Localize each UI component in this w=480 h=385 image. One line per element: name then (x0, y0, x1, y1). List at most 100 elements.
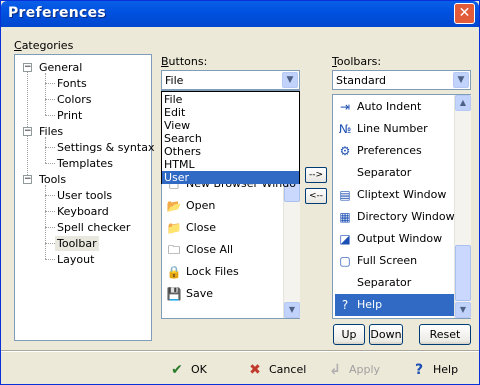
save-icon: 💾 (166, 287, 182, 301)
tree-item-files[interactable]: Files (37, 124, 65, 139)
tree-item-keyboard[interactable]: Keyboard (55, 204, 111, 219)
cross-icon: ✖ (249, 362, 261, 378)
tree-item-toolbar[interactable]: Toolbar (55, 236, 99, 251)
dropdown-option-view[interactable]: View (162, 119, 299, 132)
collapse-icon[interactable]: − (23, 175, 32, 184)
toolbar-items-list[interactable]: ▲ ▼ ⇥ Auto Indent № Line Number ⚙ Preferences… (332, 94, 471, 319)
toolbar-list-item[interactable]: ◪ Output Window (335, 228, 454, 250)
tree-connector (45, 147, 55, 148)
collapse-icon[interactable]: − (23, 63, 32, 72)
tree-connector (27, 67, 28, 179)
output-window-icon: ◪ (339, 232, 351, 246)
tree-connector (45, 195, 55, 196)
button-list-item[interactable]: 📂 Open (164, 195, 283, 217)
toolbar-list-item-label: Help (357, 298, 383, 311)
toolbar-list-item-label: Directory Window (357, 210, 455, 223)
button-list-item-label: Save (186, 287, 214, 300)
toolbar-list-item[interactable]: ▦ Directory Window (335, 206, 454, 228)
toolbar-list-item-label: Full Screen (357, 254, 418, 267)
scroll-down-icon[interactable]: ▼ (455, 302, 471, 318)
toolbar-list-item-label: Separator (357, 276, 412, 289)
toolbar-list-item[interactable]: ⇥ Auto Indent (335, 96, 454, 118)
toolbar-list-item[interactable]: Separator (335, 162, 454, 184)
toolbar-list-item[interactable]: Separator (335, 272, 454, 294)
tree-connector (45, 185, 46, 259)
chevron-down-icon[interactable]: ▼ (282, 72, 298, 88)
tree-connector (45, 83, 55, 84)
tree-item-spell-checker[interactable]: Spell checker (55, 220, 132, 235)
window-title: Preferences (8, 5, 107, 21)
move-up-button[interactable]: Up (333, 324, 365, 345)
button-list-item[interactable]: 🔒 Lock Files (164, 261, 283, 283)
dropdown-option-html[interactable]: HTML (162, 158, 299, 171)
tree-connector (45, 73, 46, 115)
close-icon[interactable]: ✕ (454, 3, 475, 24)
scroll-up-icon[interactable]: ▲ (455, 95, 471, 111)
lock-icon: 🔒 (166, 265, 182, 279)
scroll-down-icon[interactable]: ▼ (284, 302, 300, 318)
preferences-icon: ⚙ (339, 144, 351, 158)
toolbar-list-item[interactable]: ⚙ Preferences (335, 140, 454, 162)
tree-connector (45, 99, 55, 100)
tree-item-user-tools[interactable]: User tools (55, 188, 114, 203)
tree-connector (45, 227, 55, 228)
apply-arrow-icon: ↲ (329, 362, 341, 378)
button-list-item[interactable]: 🗀 Close All (164, 239, 283, 261)
chevron-down-icon[interactable]: ▼ (453, 72, 469, 88)
toolbar-list-item-label: Output Window (357, 232, 443, 245)
footer: ✔ OK ✖ Cancel ↲ Apply ? Help (1, 353, 479, 385)
tree-connector (45, 259, 55, 260)
toolbar-list-item-label: Auto Indent (357, 100, 422, 113)
title-bar: Preferences ✕ (1, 1, 479, 27)
preferences-dialog: Preferences ✕ Categories − General Fonts Co… (0, 0, 480, 385)
dropdown-option-others[interactable]: Others (162, 145, 299, 158)
categories-tree[interactable]: − General Fonts Colors Print − Files Settings &… (14, 54, 154, 341)
move-down-button[interactable]: Down (369, 324, 403, 345)
ok-button[interactable]: ✔ OK (167, 361, 207, 379)
dropdown-option-file[interactable]: File (162, 93, 299, 106)
help-button[interactable]: ? Help (409, 361, 458, 379)
apply-button[interactable]: ↲ Apply (325, 361, 380, 379)
tree-item-templates[interactable]: Templates (55, 156, 115, 171)
buttons-category-value: File (165, 74, 184, 87)
button-list-item[interactable]: 💾 Save (164, 283, 283, 305)
dropdown-option-edit[interactable]: Edit (162, 106, 299, 119)
buttons-category-select[interactable]: File ▼ (161, 70, 300, 90)
toolbar-list-item[interactable]: № Line Number (335, 118, 454, 140)
buttons-category-dropdown[interactable]: File Edit View Search Others HTML User (161, 91, 300, 184)
collapse-icon[interactable]: − (23, 127, 32, 136)
cancel-button[interactable]: ✖ Cancel (245, 361, 306, 379)
checkmark-icon: ✔ (171, 362, 183, 378)
button-list-item-label: Close (186, 221, 216, 234)
footer-divider (1, 350, 479, 352)
toolbar-value: Standard (336, 74, 387, 87)
toolbar-list-item[interactable]: ? Help (335, 294, 454, 316)
line-number-icon: № (338, 122, 352, 136)
toolbar-list-item[interactable]: ▢ Full Screen (335, 250, 454, 272)
reset-button[interactable]: Reset (419, 324, 471, 345)
scroll-thumb[interactable] (455, 245, 471, 301)
tree-item-settings-syntax[interactable]: Settings & syntax (55, 140, 156, 155)
tree-item-layout[interactable]: Layout (55, 252, 96, 267)
toolbar-scrollbar[interactable]: ▲ ▼ (454, 95, 471, 318)
dropdown-option-search[interactable]: Search (162, 132, 299, 145)
tree-item-fonts[interactable]: Fonts (55, 76, 89, 91)
button-list-item-label: Open (186, 199, 216, 212)
close-all-icon: 🗀 (167, 243, 180, 257)
button-list-item[interactable]: 📁 Close (164, 217, 283, 239)
toolbar-select[interactable]: Standard ▼ (332, 70, 471, 90)
dropdown-option-user[interactable]: User (162, 171, 299, 184)
tree-item-print[interactable]: Print (55, 108, 84, 123)
add-to-toolbar-button[interactable]: --> (305, 167, 327, 183)
tree-item-tools[interactable]: Tools (37, 172, 68, 187)
button-list-item-label: Lock Files (186, 265, 239, 278)
cliptext-window-icon: ▤ (339, 188, 351, 202)
toolbar-list-item[interactable]: ▤ Cliptext Window (335, 184, 454, 206)
toolbar-list-item-label: Preferences (357, 144, 422, 157)
remove-from-toolbar-button[interactable]: <-- (305, 188, 327, 204)
tree-item-colors[interactable]: Colors (55, 92, 93, 107)
open-folder-icon: 📂 (166, 199, 182, 213)
toolbar-list-item-label: Cliptext Window (357, 188, 447, 201)
tree-connector (45, 115, 55, 116)
toolbars-label: Toolbars: (332, 55, 382, 68)
